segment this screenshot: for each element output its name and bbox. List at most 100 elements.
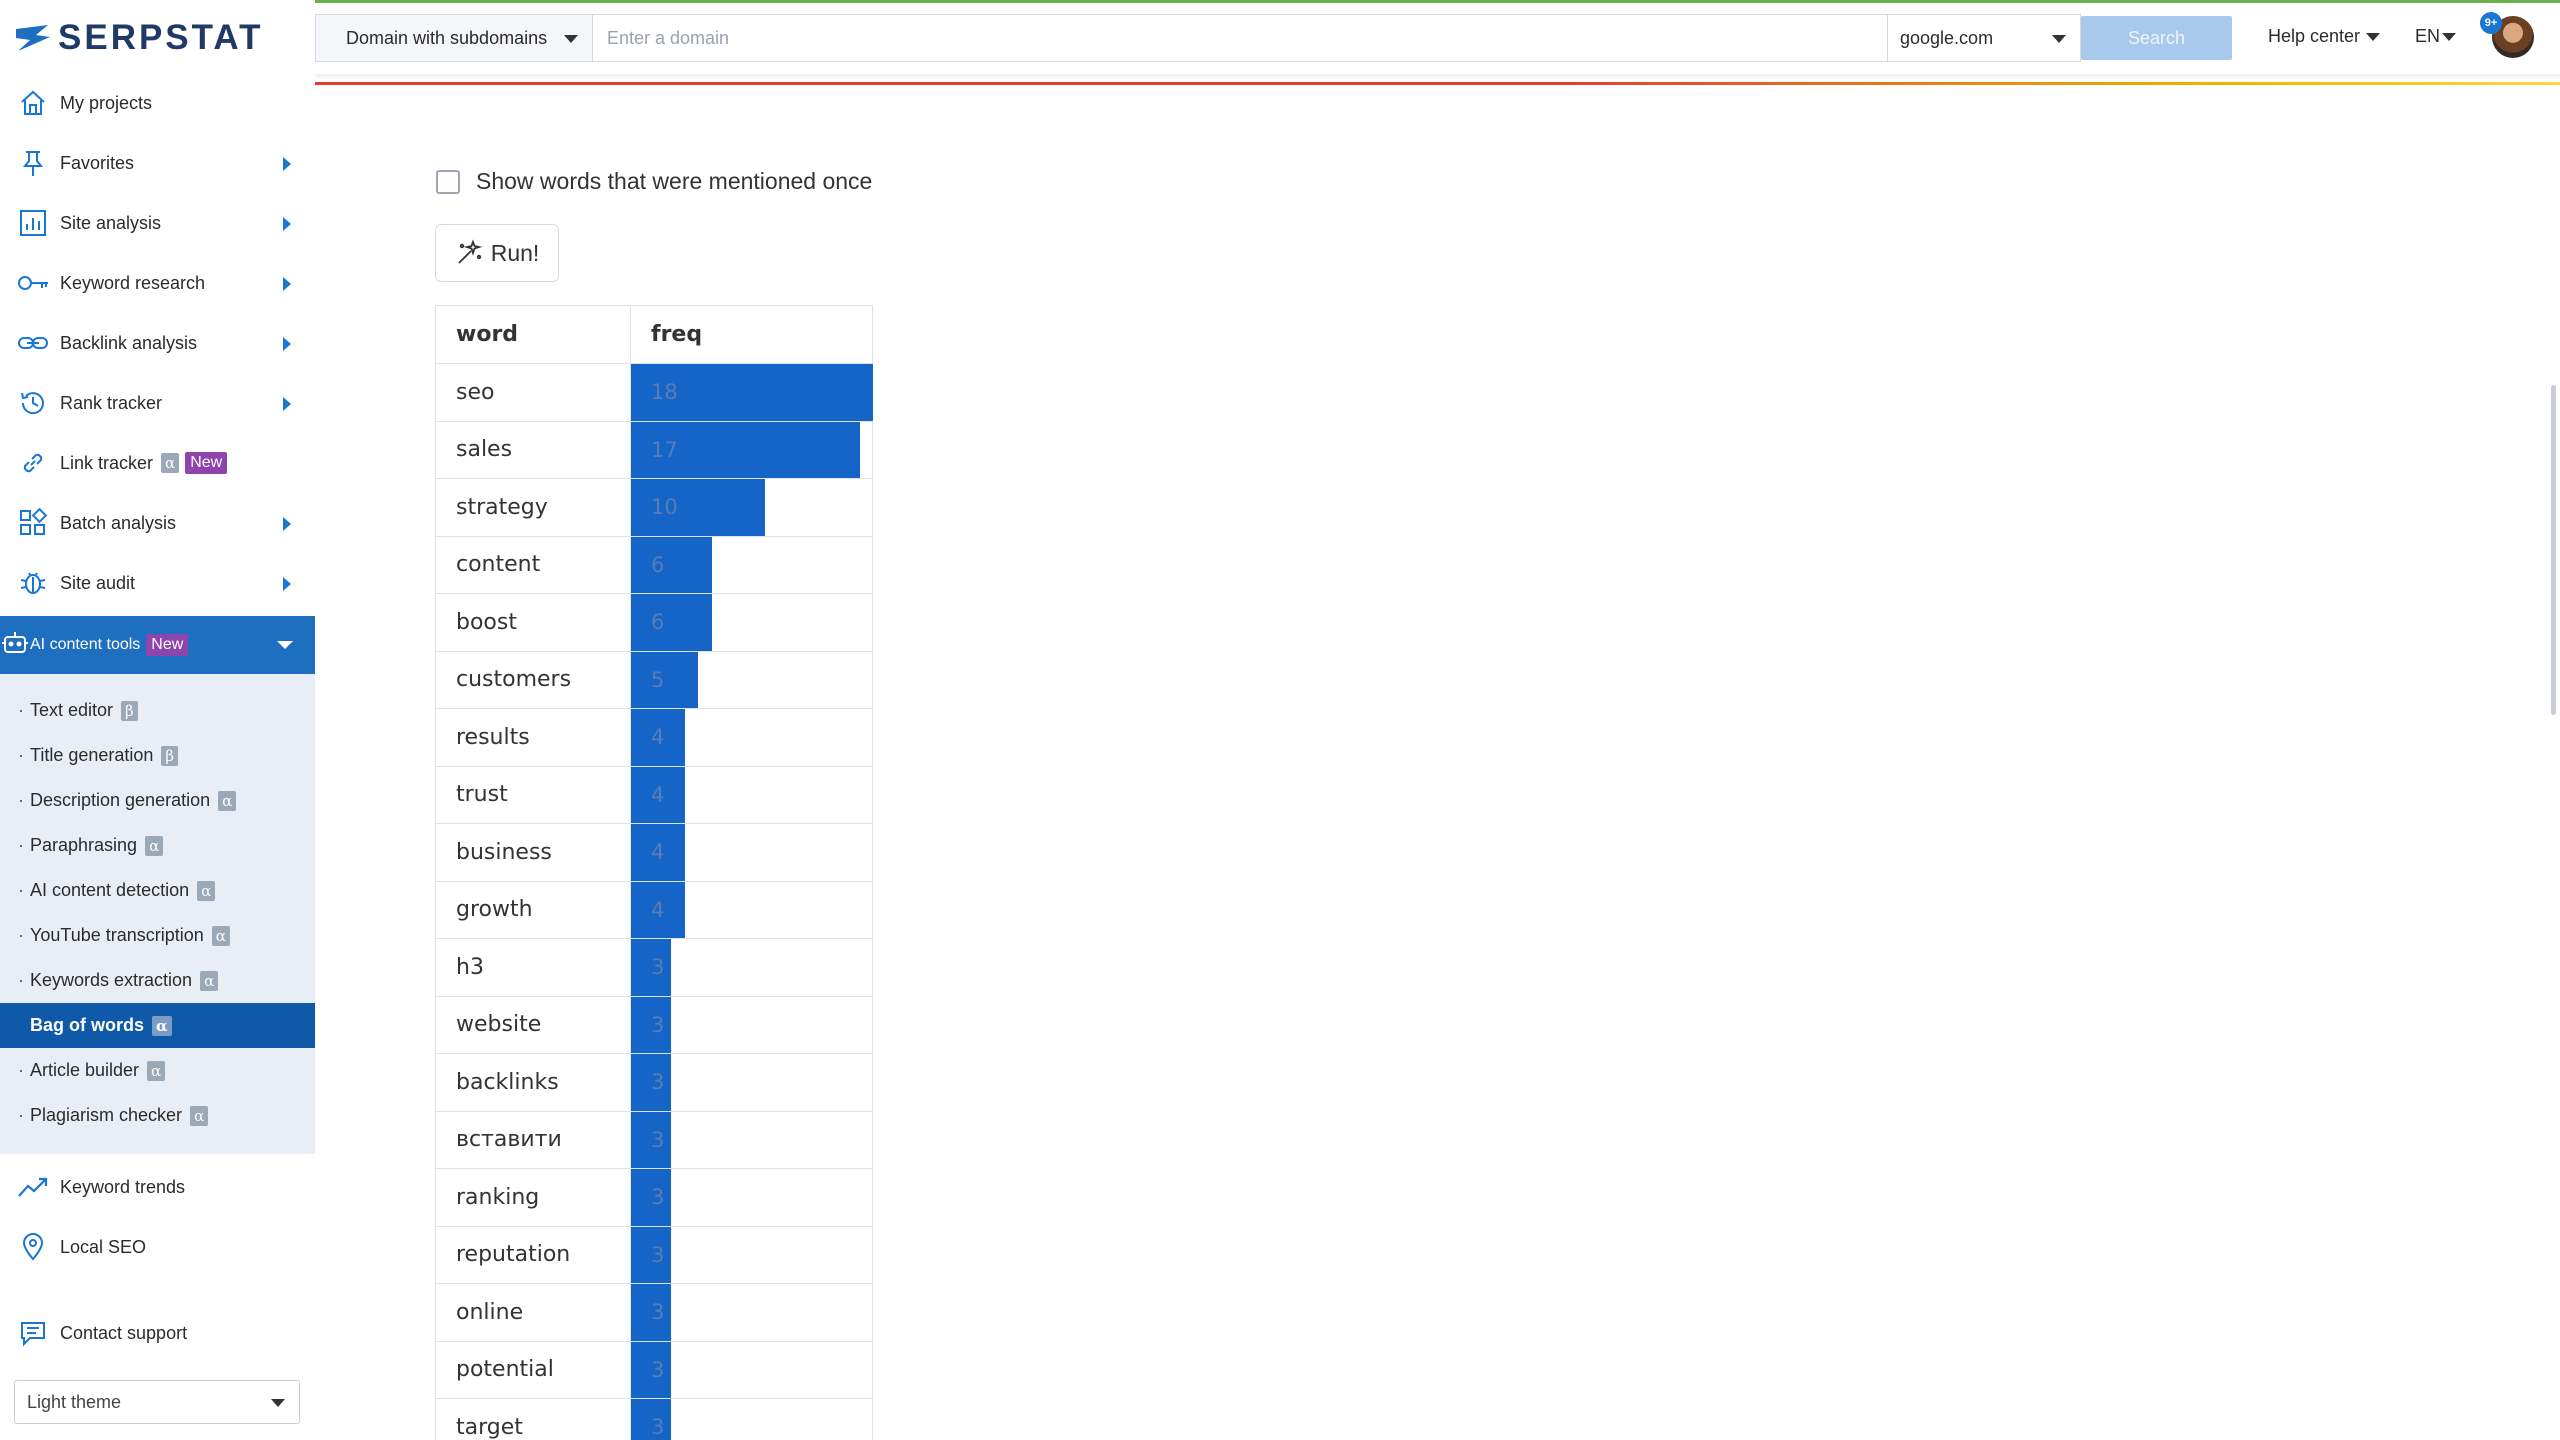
table-row: ranking 3 [435, 1168, 873, 1227]
column-header-freq[interactable]: freq [630, 305, 873, 364]
language-value: EN [2415, 26, 2441, 46]
contact-support-link[interactable]: Contact support [0, 1303, 315, 1363]
sidebar-item-site-analysis[interactable]: Site analysis [0, 193, 315, 253]
word-cell: backlinks [435, 1053, 631, 1112]
freq-value: 4 [651, 782, 665, 807]
chat-icon [16, 1316, 50, 1350]
column-header-word[interactable]: word [435, 305, 631, 364]
new-badge: New [185, 452, 228, 474]
sidebar-item-link-tracker[interactable]: Link tracker α New [0, 433, 315, 493]
logo[interactable]: SERPSTAT [14, 18, 264, 58]
freq-cell: 3 [630, 1283, 873, 1342]
sidebar-item-my-projects[interactable]: My projects [0, 73, 315, 133]
submenu-item-paraphrasing[interactable]: · Paraphrasing α [0, 823, 315, 868]
submenu-item-ai-content-detection[interactable]: · AI content detection α [0, 868, 315, 913]
sidebar-item-ai-content-tools[interactable]: AI content tools New [0, 616, 315, 674]
freq-bar [631, 594, 712, 651]
sidebar-item-batch-analysis[interactable]: Batch analysis [0, 493, 315, 553]
table-row: h3 3 [435, 938, 873, 997]
word-cell: boost [435, 593, 631, 652]
submenu-item-bag-of-words[interactable]: · Bag of words α [0, 1003, 315, 1048]
freq-cell: 3 [630, 1398, 873, 1440]
submenu-item-label: Description generation [30, 790, 211, 810]
domain-type-select[interactable]: Domain with subdomains [315, 14, 593, 62]
submenu-item-label: Title generation [30, 745, 154, 765]
submenu-item-description-generation[interactable]: · Description generation α [0, 778, 315, 823]
chevron-right-icon [283, 217, 291, 231]
freq-value: 3 [651, 1300, 665, 1325]
freq-value: 3 [651, 955, 665, 980]
page-scrollbar[interactable] [2551, 385, 2556, 715]
sidebar-item-backlink-analysis[interactable]: Backlink analysis [0, 313, 315, 373]
word-cell: online [435, 1283, 631, 1342]
sidebar-item-site-audit[interactable]: Site audit [0, 553, 315, 613]
sidebar-item-label: My projects [60, 92, 153, 113]
theme-select-value: Light theme [27, 1391, 122, 1412]
notification-badge[interactable]: 9+ [2480, 12, 2502, 34]
sidebar-item-keyword-research[interactable]: Keyword research [0, 253, 315, 313]
word-cell: business [435, 823, 631, 882]
table-row: business 4 [435, 823, 873, 882]
domain-type-value: Domain with subdomains [346, 27, 548, 48]
sidebar-item-label: Keyword trends [60, 1176, 186, 1197]
chevron-right-icon [283, 157, 291, 171]
robot-icon [0, 628, 30, 663]
history-icon [16, 386, 50, 420]
bullet: · [18, 700, 24, 720]
caret-down-icon [564, 35, 578, 43]
submenu-item-title-generation[interactable]: · Title generation β [0, 733, 315, 778]
search-button[interactable]: Search [2081, 16, 2232, 60]
version-badge: β [121, 700, 138, 721]
bullet: · [18, 790, 24, 810]
language-select[interactable]: EN [2415, 26, 2457, 47]
word-cell: strategy [435, 478, 631, 537]
table-row: strategy 10 [435, 478, 873, 537]
sidebar-item-keyword-trends[interactable]: Keyword trends [0, 1157, 315, 1217]
bullet: · [18, 745, 24, 765]
submenu-item-youtube-transcription[interactable]: · YouTube transcription α [0, 913, 315, 958]
freq-value: 3 [651, 1185, 665, 1210]
sidebar-item-label: Site analysis [60, 212, 162, 233]
submenu-item-text-editor[interactable]: · Text editor β [0, 688, 315, 733]
version-badge: α [218, 790, 237, 811]
submenu-item-article-builder[interactable]: · Article builder α [0, 1048, 315, 1093]
submenu-item-keywords-extraction[interactable]: · Keywords extraction α [0, 958, 315, 1003]
submenu-item-label: AI content detection [30, 880, 190, 900]
submenu-item-label: Paraphrasing [30, 835, 138, 855]
submenu-item-plagiarism-checker[interactable]: · Plagiarism checker α [0, 1093, 315, 1138]
caret-down-icon [2366, 33, 2381, 42]
help-center-menu[interactable]: Help center [2268, 26, 2381, 47]
table-row: trust 4 [435, 765, 873, 824]
sidebar-item-rank-tracker[interactable]: Rank tracker [0, 373, 315, 433]
freq-value: 17 [651, 437, 678, 462]
sidebar-item-label: Site audit [60, 572, 136, 593]
table-row: вставити 3 [435, 1110, 873, 1169]
chevron-down-icon [277, 641, 293, 649]
freq-cell: 3 [630, 1053, 873, 1112]
chart-icon [16, 206, 50, 240]
sidebar-item-label: Link tracker [60, 452, 154, 473]
bullet: · [18, 1015, 24, 1035]
chevron-right-icon [283, 517, 291, 531]
table-header-row: word freq [435, 305, 873, 364]
show-once-option[interactable]: Show words that were mentioned once [436, 168, 872, 195]
word-cell: content [435, 535, 631, 594]
show-once-checkbox[interactable] [436, 169, 460, 194]
word-cell: seo [435, 363, 631, 422]
link-icon [16, 326, 50, 360]
word-cell: target [435, 1398, 631, 1440]
bullet: · [18, 1060, 24, 1080]
freq-value: 4 [651, 840, 665, 865]
freq-bar [631, 536, 712, 593]
sidebar-item-favorites[interactable]: Favorites [0, 133, 315, 193]
freq-cell: 3 [630, 995, 873, 1054]
run-button[interactable]: Run! [435, 224, 559, 282]
domain-input[interactable] [593, 14, 1888, 62]
word-cell: customers [435, 650, 631, 709]
theme-select[interactable]: Light theme [14, 1380, 300, 1424]
search-engine-select[interactable]: google.com [1888, 14, 2081, 62]
sidebar-item-local-seo[interactable]: Local SEO [0, 1217, 315, 1277]
bullet: · [18, 925, 24, 945]
home-icon [16, 86, 50, 120]
freq-bar [631, 651, 698, 708]
